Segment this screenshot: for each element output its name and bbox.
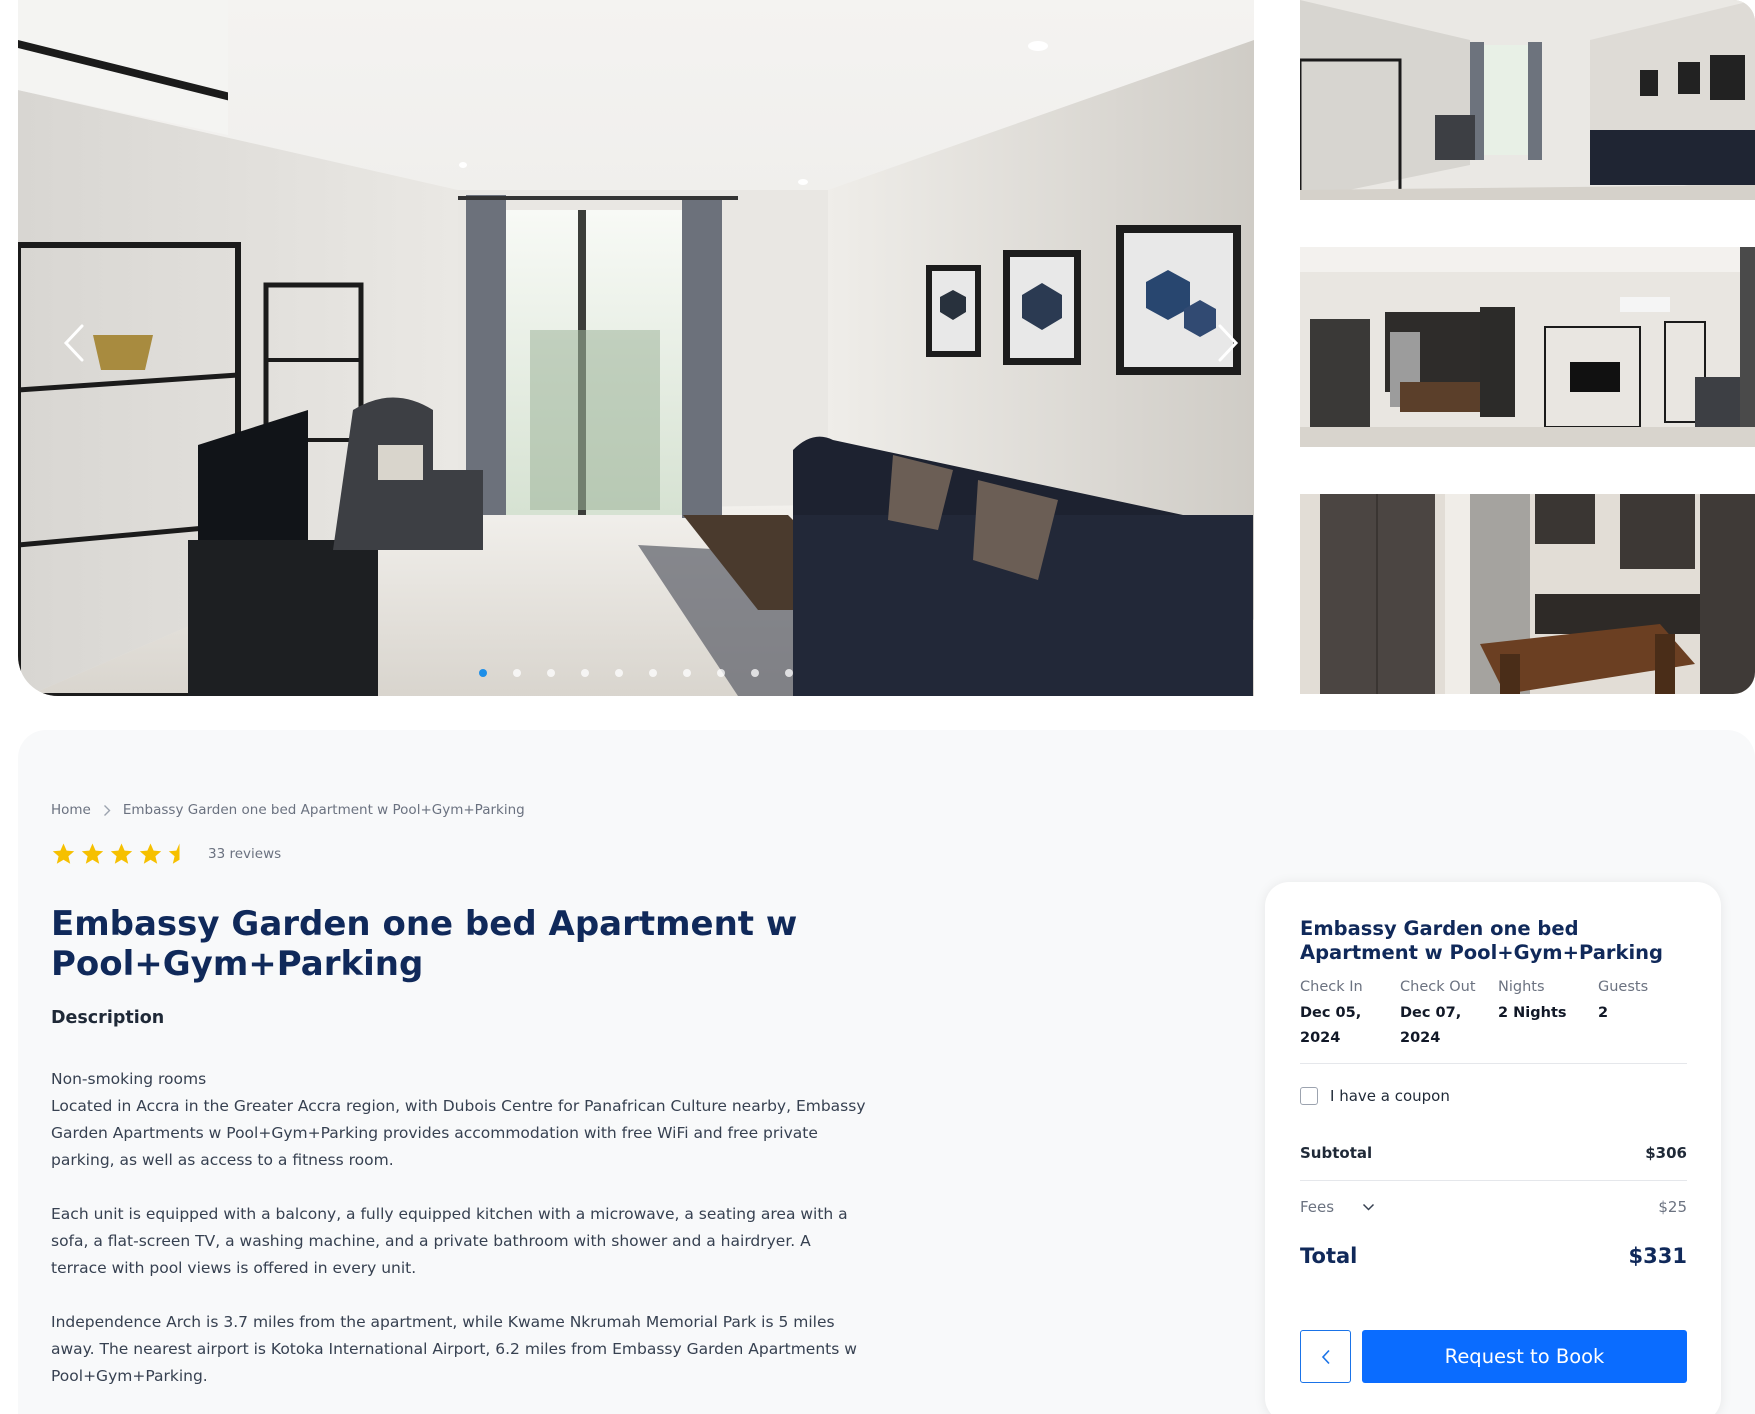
next-photo-button[interactable] [1206, 318, 1250, 368]
slide-dot[interactable] [683, 669, 691, 677]
star-full-icon [139, 843, 162, 864]
check-in-date: Dec 05, [1300, 1005, 1362, 1021]
guests-label: Guests [1598, 979, 1649, 995]
guests-value: 2 [1598, 1005, 1609, 1021]
coupon-label: I have a coupon [1330, 1087, 1450, 1105]
fees-value: $25 [1658, 1198, 1687, 1216]
subtotal-label: Subtotal [1300, 1144, 1373, 1162]
description-paragraph-1: Non-smoking rooms Located in Accra in th… [51, 1066, 871, 1174]
slide-dot[interactable] [751, 669, 759, 677]
description-text: Non-smoking rooms Located in Accra in th… [51, 1066, 871, 1414]
description-paragraph-3: Independence Arch is 3.7 miles from the … [51, 1313, 857, 1385]
coupon-toggle[interactable]: I have a coupon [1300, 1087, 1450, 1105]
total-label: Total [1300, 1244, 1358, 1268]
slide-indicators [18, 669, 1254, 677]
nights-info: Nights 2 Nights [1498, 979, 1588, 1026]
listing-title: Embassy Garden one bed Apartment w Pool+… [51, 904, 798, 984]
booking-card: Embassy Garden one bed Apartment w Pool+… [1265, 882, 1721, 1414]
booking-card-title: Embassy Garden one bed Apartment w Pool+… [1300, 917, 1664, 964]
breadcrumb-home-link[interactable]: Home [51, 802, 91, 818]
slide-dot[interactable] [717, 669, 725, 677]
chevron-down-icon [1363, 1203, 1375, 1211]
chevron-right-icon [1218, 324, 1239, 362]
description-paragraph-2: Each unit is equipped with a balcony, a … [51, 1205, 848, 1277]
total-row: Total $331 [1300, 1244, 1687, 1268]
back-button[interactable] [1300, 1330, 1351, 1383]
chevron-right-icon [103, 804, 111, 817]
thumbnail-2[interactable] [1300, 247, 1755, 447]
check-in-label: Check In [1300, 979, 1363, 995]
star-full-icon [81, 843, 104, 864]
fees-row: Fees $25 [1300, 1198, 1687, 1216]
total-value: $331 [1628, 1244, 1687, 1268]
check-out-date: Dec 07, [1400, 1005, 1462, 1021]
fees-toggle[interactable]: Fees [1300, 1198, 1375, 1216]
description-heading: Description [51, 1008, 165, 1028]
check-out-year: 2024 [1400, 1030, 1441, 1046]
subtotal-value: $306 [1645, 1144, 1687, 1162]
breadcrumb: Home Embassy Garden one bed Apartment w … [51, 802, 525, 818]
divider [1300, 1180, 1687, 1181]
nights-label: Nights [1498, 979, 1545, 995]
fees-label: Fees [1300, 1198, 1335, 1216]
nights-value: 2 Nights [1498, 1005, 1567, 1021]
slide-dot[interactable] [615, 669, 623, 677]
slide-dot[interactable] [547, 669, 555, 677]
chevron-left-icon [63, 324, 84, 362]
request-to-book-button[interactable]: Request to Book [1362, 1330, 1687, 1383]
main-photo[interactable] [18, 0, 1254, 696]
breadcrumb-current: Embassy Garden one bed Apartment w Pool+… [122, 802, 525, 818]
star-full-icon [52, 843, 75, 864]
check-in-info: Check In Dec 05, 2024 [1300, 979, 1390, 1051]
living-room-wide-photo [1300, 0, 1755, 200]
slide-dot[interactable] [581, 669, 589, 677]
guests-info: Guests 2 [1598, 979, 1678, 1026]
previous-photo-button[interactable] [52, 318, 96, 368]
description-line: Located in Accra in the Greater Accra re… [51, 1097, 866, 1169]
kitchen-dining-photo [1300, 494, 1755, 694]
star-full-icon [110, 843, 133, 864]
kitchen-entrance-photo [1300, 247, 1755, 447]
description-line: Non-smoking rooms [51, 1070, 207, 1088]
slide-dot[interactable] [479, 669, 487, 677]
star-half-icon [168, 843, 180, 864]
thumbnail-3[interactable] [1300, 494, 1755, 694]
rating-stars [51, 842, 196, 866]
subtotal-row: Subtotal $306 [1300, 1144, 1687, 1162]
slide-dot[interactable] [785, 669, 793, 677]
coupon-checkbox[interactable] [1300, 1087, 1318, 1105]
living-room-photo [18, 0, 1254, 696]
reviews-count-link[interactable]: 33 reviews [208, 846, 281, 862]
check-out-label: Check Out [1400, 979, 1476, 995]
thumbnail-1[interactable] [1300, 0, 1755, 200]
divider [1300, 1063, 1687, 1064]
check-out-info: Check Out Dec 07, 2024 [1400, 979, 1490, 1051]
slide-dot[interactable] [649, 669, 657, 677]
slide-dot[interactable] [513, 669, 521, 677]
check-in-year: 2024 [1300, 1030, 1341, 1046]
chevron-left-icon [1321, 1349, 1330, 1364]
star-rating: 33 reviews [51, 842, 281, 866]
